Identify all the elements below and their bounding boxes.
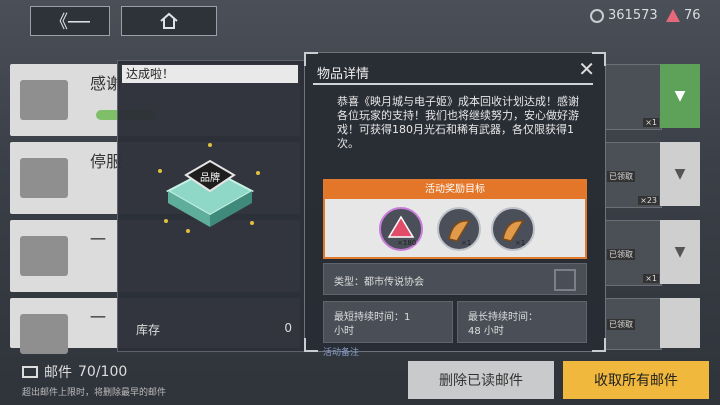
mail-title: 一 (90, 230, 107, 249)
reward-count: ×180 (397, 239, 417, 247)
mail-icon (22, 366, 38, 378)
frame-corner (592, 338, 606, 352)
ticket-value: 76 (684, 8, 701, 23)
side-reward-count: ×1 (643, 274, 659, 283)
envelope-icon (20, 80, 68, 120)
frame-corner (304, 52, 318, 66)
close-icon[interactable]: ✕ (578, 57, 595, 81)
side-reward-card: 已领取 (604, 298, 662, 350)
ticket-icon (666, 9, 680, 22)
mail-limit-note: 超出邮件上限时，将删除最早的邮件 (22, 388, 167, 398)
claim-icon-button[interactable]: ▼ (660, 220, 700, 284)
reward-count: ×1 (461, 239, 472, 247)
side-reward-card: 已领取 ×23 (604, 142, 662, 208)
reward-header: 活动奖励目标 (325, 181, 585, 199)
download-icon: ▼ (674, 166, 686, 182)
envelope-icon (20, 314, 68, 354)
chip-item-icon: 品牌 (158, 143, 260, 233)
download-icon: ▼ (674, 88, 686, 104)
min-duration-label: 最短持续时间：1 (334, 312, 411, 323)
side-reward-tag: 已领取 (607, 319, 635, 330)
reward-count: ×1 (515, 239, 526, 247)
envelope-icon (20, 236, 68, 276)
back-arrow-icon: 《── (50, 12, 90, 33)
back-button[interactable]: 《── (30, 6, 110, 36)
bottom-bar: 邮件 70/100 超出邮件上限时，将删除最早的邮件 删除已读邮件 收取所有邮件 (0, 355, 720, 405)
stock-value: 0 (284, 321, 292, 335)
weapon-icon[interactable] (491, 207, 535, 251)
mail-label: 邮件 (44, 365, 72, 381)
type-label: 类型：都市传说协会 (334, 277, 424, 288)
home-icon (160, 12, 178, 29)
item-preview-panel: 达成啦！ 品牌 库存 0 (117, 60, 305, 352)
cube-icon (554, 269, 576, 291)
item-description: 恭喜《映月城与电子姬》成本回收计划达成！感谢各位玩家的支持！我们也将继续努力，安… (337, 95, 579, 150)
title-divider (313, 83, 593, 85)
crystal-currency: 361573 (590, 8, 658, 23)
max-duration-label: 最长持续时间： (468, 312, 538, 323)
svg-text:品牌: 品牌 (200, 171, 220, 184)
ticket-currency: 76 (666, 8, 701, 23)
claim-icon-button[interactable]: ▼ (660, 142, 700, 206)
delete-read-button[interactable]: 删除已读邮件 (408, 361, 554, 399)
frame-corner (304, 338, 318, 352)
claim-all-button[interactable]: 收取所有邮件 (563, 361, 709, 399)
side-reward-card: ×1 (604, 64, 662, 130)
side-reward-tag: 已领取 (607, 171, 635, 182)
crystal-icon (590, 8, 604, 23)
detail-title: 物品详情 (317, 67, 370, 82)
weapon-icon[interactable] (437, 207, 481, 251)
min-duration-box: 最短持续时间：1 小时 (323, 301, 453, 343)
side-reward-tag: 已领取 (607, 249, 635, 260)
mail-title: 一 (90, 308, 107, 327)
mail-counter: 邮件 70/100 (22, 362, 127, 382)
crystal-value: 361573 (608, 8, 658, 23)
max-duration-box: 最长持续时间： 48 小时 (457, 301, 587, 343)
download-icon: ▼ (674, 244, 686, 260)
min-duration-unit: 小时 (334, 326, 354, 337)
claim-icon-button[interactable]: ▼ (660, 64, 700, 128)
type-box: 类型：都市传说协会 (323, 263, 587, 295)
achievement-header: 达成啦！ (122, 65, 298, 83)
item-detail-panel: 物品详情 ✕ 恭喜《映月城与电子姬》成本回收计划达成！感谢各位玩家的支持！我们也… (304, 52, 606, 358)
reward-box: 活动奖励目标 ×180 ×1 ×1 (323, 179, 587, 259)
home-button[interactable] (121, 6, 217, 36)
side-reward-card: 已领取 ×1 (604, 220, 662, 286)
max-duration-value: 48 小时 (468, 326, 504, 337)
claim-icon-button[interactable] (660, 298, 700, 348)
mail-count: 70/100 (78, 364, 128, 380)
side-reward-count: ×23 (638, 196, 659, 205)
envelope-icon (20, 158, 68, 198)
stock-label: 库存 (136, 323, 161, 337)
side-reward-count: ×1 (643, 118, 659, 127)
